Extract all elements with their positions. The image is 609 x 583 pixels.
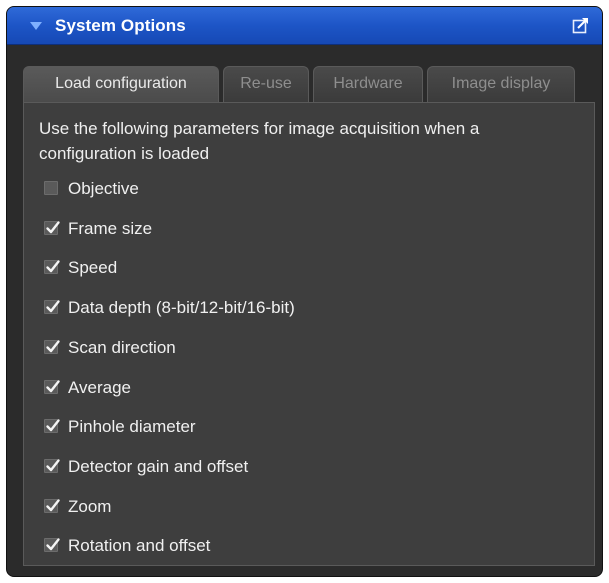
- option-label: Pinhole diameter: [68, 417, 196, 436]
- checkmark-icon: [46, 300, 60, 313]
- system-options-panel: System Options Load configuration Re-use…: [6, 6, 603, 577]
- checkmark-icon: [46, 380, 60, 393]
- checkbox[interactable]: [44, 181, 58, 195]
- intro-text: Use the following parameters for image a…: [39, 119, 480, 163]
- checkmark-icon: [46, 499, 60, 512]
- tab-image-display[interactable]: Image display: [427, 66, 575, 102]
- checkbox[interactable]: [44, 419, 60, 433]
- option-label: Objective: [68, 179, 139, 198]
- checkbox[interactable]: [44, 340, 60, 354]
- checkbox[interactable]: [44, 459, 60, 473]
- checkmark-icon: [46, 340, 60, 353]
- checkmark-icon: [46, 419, 60, 432]
- undock-window-icon[interactable]: [572, 16, 590, 34]
- collapse-arrow-icon[interactable]: [27, 17, 45, 35]
- option-label: Average: [68, 378, 132, 397]
- option-label: Detector gain and offset: [68, 457, 249, 476]
- panel-header[interactable]: System Options: [7, 7, 602, 45]
- option-label: Scan direction: [68, 338, 176, 357]
- option-label: Frame size: [68, 219, 153, 238]
- checkmark-icon: [46, 260, 60, 273]
- tab-re-use[interactable]: Re-use: [223, 66, 309, 102]
- load-configuration-pane: Use the following parameters for image a…: [23, 102, 595, 566]
- checkbox[interactable]: [44, 300, 60, 314]
- panel-title: System Options: [55, 16, 186, 35]
- option-label: Speed: [68, 258, 118, 277]
- checkmark-icon: [46, 459, 60, 472]
- tab-bar: Load configuration Re-use Hardware Image…: [23, 66, 595, 102]
- checkmark-icon: [46, 538, 60, 551]
- option-label: Data depth (8-bit/12-bit/16-bit): [68, 298, 295, 317]
- option-label: Rotation and offset: [68, 536, 211, 555]
- checkbox[interactable]: [44, 221, 60, 235]
- checkbox[interactable]: [44, 538, 60, 552]
- tab-hardware[interactable]: Hardware: [313, 66, 423, 102]
- checkmark-icon: [46, 221, 60, 234]
- checkbox[interactable]: [44, 380, 60, 394]
- checkbox[interactable]: [44, 499, 60, 513]
- tab-load-configuration[interactable]: Load configuration: [23, 66, 219, 102]
- option-label: Zoom: [68, 497, 112, 516]
- checkbox[interactable]: [44, 260, 60, 274]
